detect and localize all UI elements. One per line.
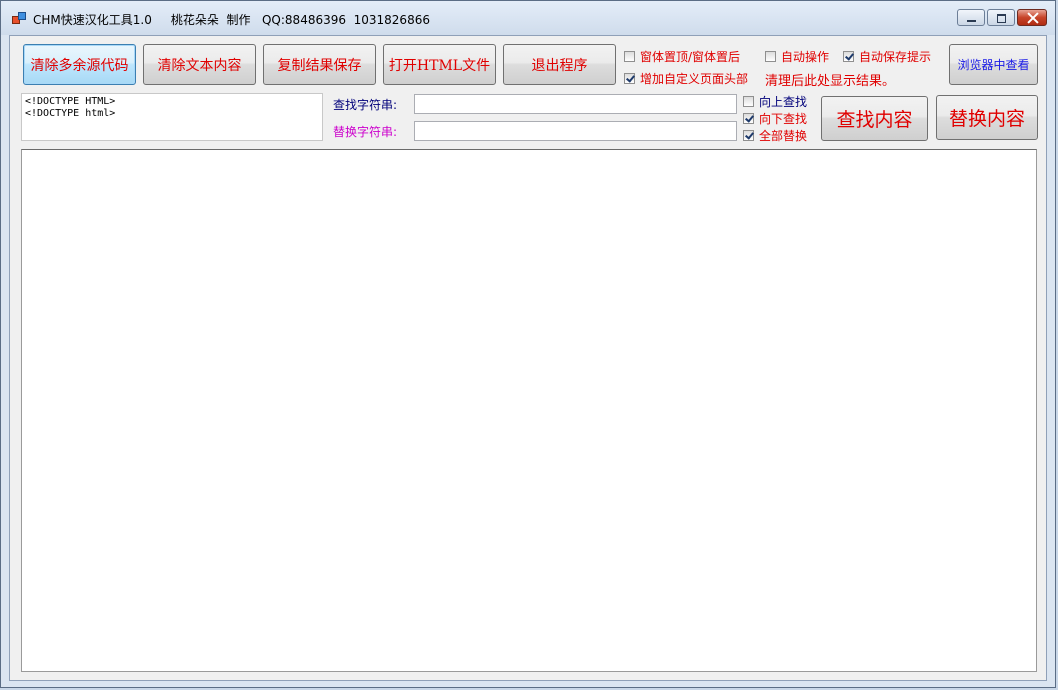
search-up-checkbox[interactable]: 向上查找 — [743, 93, 807, 109]
auto-operate-checkbox-box[interactable] — [765, 50, 776, 62]
find-string-label: 查找字符串: — [333, 98, 398, 112]
auto-operate-checkbox-label: 自动操作 — [781, 49, 830, 64]
title-bar[interactable]: CHM快速汉化工具1.0 桃花朵朵 制作 QQ:88486396 1031826… — [1, 1, 1055, 35]
topmost-checkbox-label: 窗体置顶/窗体置后 — [640, 49, 741, 64]
app-icon[interactable] — [12, 12, 26, 24]
replace-all-checkbox-box[interactable] — [743, 129, 754, 141]
search-up-checkbox-box[interactable] — [743, 95, 754, 107]
custom-header-checkbox[interactable]: 增加自定义页面头部 — [624, 70, 748, 86]
auto-operate-checkbox[interactable]: 自动操作 — [765, 48, 829, 64]
close-button[interactable] — [1017, 9, 1047, 26]
restore-button[interactable] — [987, 9, 1015, 26]
clear-text-button[interactable]: 清除文本内容 — [143, 44, 256, 85]
auto-save-prompt-checkbox-box[interactable] — [843, 50, 854, 62]
auto-save-prompt-checkbox[interactable]: 自动保存提示 — [843, 48, 931, 64]
custom-header-checkbox-label: 增加自定义页面头部 — [640, 71, 749, 86]
replace-string-input[interactable] — [414, 121, 737, 141]
replace-all-checkbox[interactable]: 全部替换 — [743, 127, 807, 143]
custom-header-checkbox-box[interactable] — [624, 72, 635, 84]
window-title: CHM快速汉化工具1.0 桃花朵朵 制作 QQ:88486396 1031826… — [33, 13, 430, 27]
find-content-button[interactable]: 查找内容 — [821, 96, 928, 141]
replace-string-label: 替换字符串: — [333, 125, 398, 139]
result-hint-text: 清理后此处显示结果。 — [765, 74, 896, 89]
view-in-browser-button[interactable]: 浏览器中查看 — [949, 44, 1038, 85]
app-window: CHM快速汉化工具1.0 桃花朵朵 制作 QQ:88486396 1031826… — [0, 0, 1056, 688]
copy-save-button[interactable]: 复制结果保存 — [263, 44, 376, 85]
source-line-2: <!DOCTYPE html> — [25, 108, 116, 119]
search-down-checkbox[interactable]: 向下查找 — [743, 110, 807, 126]
replace-content-button[interactable]: 替换内容 — [936, 95, 1038, 140]
clean-source-button[interactable]: 清除多余源代码 — [23, 44, 136, 85]
search-down-checkbox-label: 向下查找 — [759, 111, 808, 126]
search-up-checkbox-label: 向上查找 — [759, 94, 808, 109]
source-line-1: <!DOCTYPE HTML> — [25, 96, 116, 107]
exit-button[interactable]: 退出程序 — [503, 44, 616, 85]
search-down-checkbox-box[interactable] — [743, 112, 754, 124]
replace-all-checkbox-label: 全部替换 — [759, 128, 808, 143]
main-form: 清除多余源代码 清除文本内容 复制结果保存 打开HTML文件 退出程序 窗体置顶… — [9, 35, 1047, 681]
find-string-input[interactable] — [414, 94, 737, 114]
window-controls — [955, 9, 1047, 27]
open-html-button[interactable]: 打开HTML文件 — [383, 44, 496, 85]
topmost-checkbox[interactable]: 窗体置顶/窗体置后 — [624, 48, 740, 64]
minimize-button[interactable] — [957, 9, 985, 26]
result-text-area[interactable] — [21, 149, 1037, 672]
topmost-checkbox-box[interactable] — [624, 50, 635, 62]
source-code-box[interactable]: <!DOCTYPE HTML> <!DOCTYPE html> — [21, 93, 323, 141]
auto-save-prompt-checkbox-label: 自动保存提示 — [859, 49, 932, 64]
